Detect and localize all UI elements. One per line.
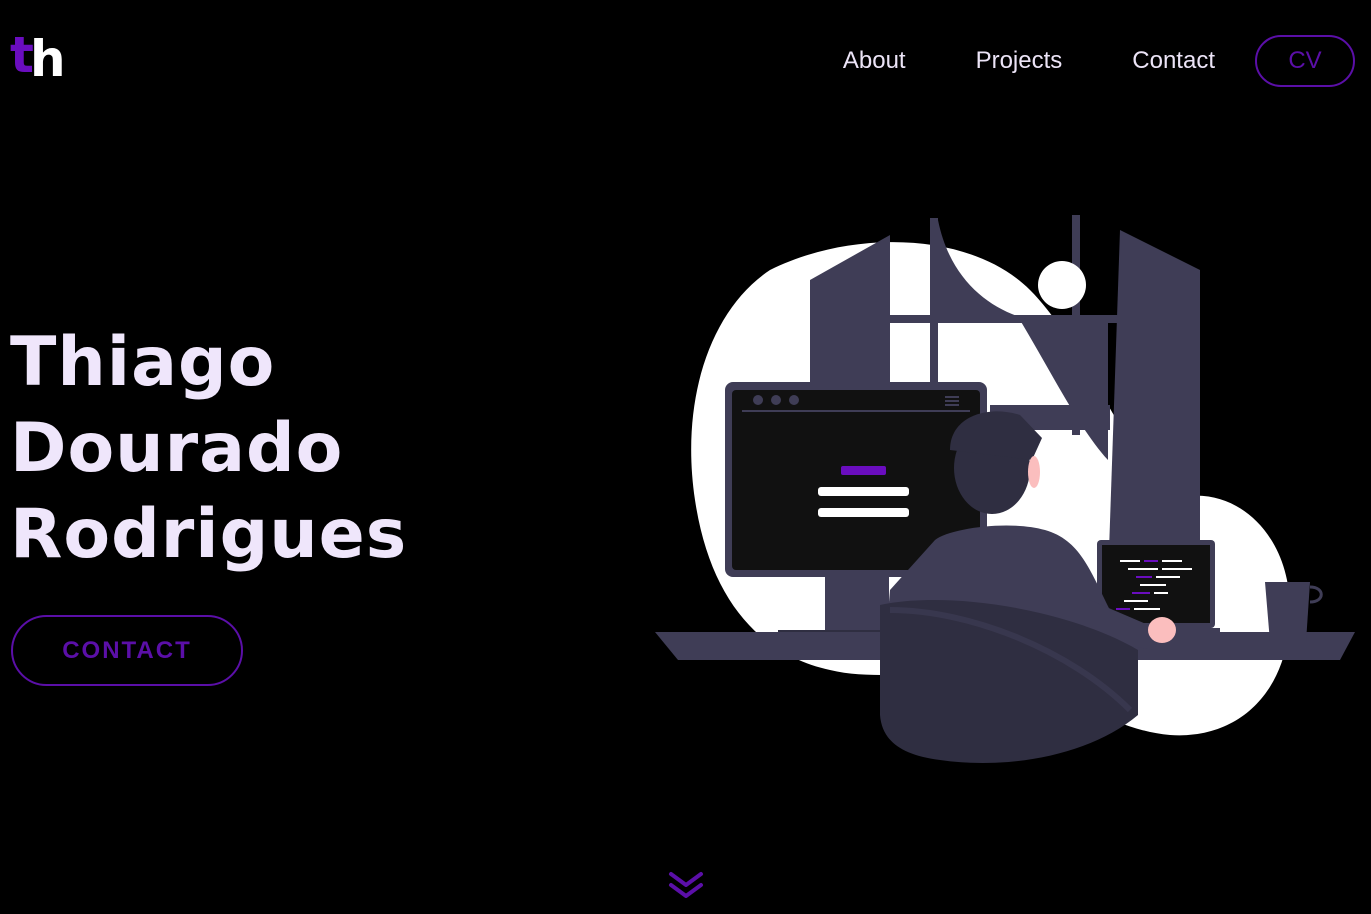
- window-right-panel: [1108, 230, 1200, 580]
- main-nav: About Projects Contact CV: [843, 35, 1355, 87]
- nav-link-contact[interactable]: Contact: [1132, 47, 1215, 75]
- logo-letter-h: h: [30, 30, 66, 88]
- nav-link-projects[interactable]: Projects: [976, 47, 1063, 75]
- coffee-mug: [1265, 582, 1310, 642]
- hero-name-first: Thiago: [10, 323, 276, 402]
- hero-name: Thiago Dourado Rodrigues: [10, 320, 407, 578]
- site-logo[interactable]: t h: [10, 30, 66, 86]
- hero-name-middle: Dourado: [10, 409, 344, 488]
- screen-accent-bar: [841, 466, 886, 475]
- developer-at-desk-illustration: [655, 215, 1355, 763]
- hero-name-last: Rodrigues: [10, 495, 408, 574]
- contact-button[interactable]: CONTACT: [11, 615, 243, 686]
- logo-letter-t: t: [10, 26, 34, 84]
- person-hand: [1148, 617, 1176, 643]
- nav-link-about[interactable]: About: [843, 47, 906, 75]
- monitor-stand: [825, 577, 889, 632]
- cv-button[interactable]: CV: [1255, 35, 1355, 87]
- double-chevron-down-icon[interactable]: [667, 868, 705, 902]
- moon: [1038, 261, 1086, 309]
